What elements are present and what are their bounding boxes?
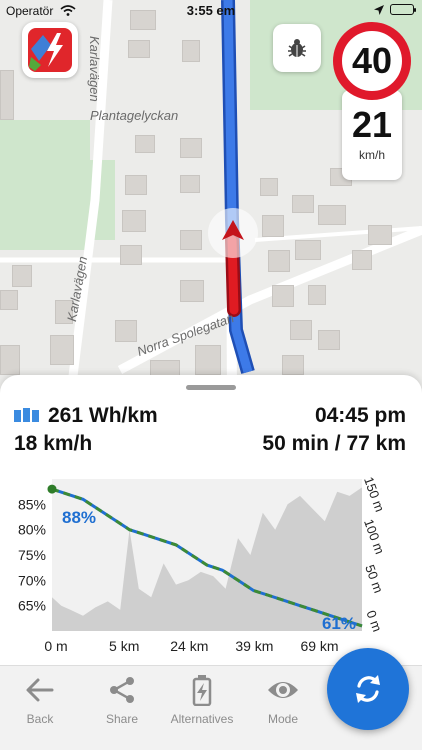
consumption-stat: 261 Wh/km: [14, 404, 158, 428]
sheet-grabber[interactable]: [186, 385, 236, 390]
status-indicators: [374, 4, 416, 15]
status-time: 3:55 em: [186, 3, 236, 18]
speed-card: 21 km/h 40: [333, 22, 411, 180]
tab-mode-label: Mode: [267, 712, 299, 726]
tab-mode[interactable]: Mode: [243, 674, 323, 726]
recalculate-route-button[interactable]: [327, 648, 409, 730]
tab-share[interactable]: Share: [82, 674, 162, 726]
location-arrow-icon: [374, 4, 384, 15]
battery-icon: [390, 4, 416, 15]
tab-alternatives-label: Alternatives: [170, 712, 234, 726]
x-tick-label: 39 km: [235, 638, 273, 654]
battery-end-label: 61%: [322, 614, 356, 633]
y-right-tick-label: 150 m: [361, 475, 387, 514]
street-label-plantagelyckan: Plantagelyckan: [90, 108, 179, 123]
app-logo-icon: [28, 28, 72, 72]
current-speed-unit: km/h: [358, 148, 385, 162]
y-left-tick-label: 65%: [18, 598, 46, 614]
street-label-karlavagen-top: Karlavägen: [87, 36, 102, 102]
tab-back[interactable]: Back: [0, 674, 80, 726]
tab-back-label: Back: [26, 712, 54, 726]
share-icon: [110, 677, 134, 703]
bug-icon: [288, 39, 306, 57]
current-speed-value: 21: [351, 104, 393, 145]
navigation-arrow-icon: [222, 220, 244, 240]
x-tick-label: 5 km: [109, 638, 139, 654]
duration-distance: 50 min / 77 km: [262, 432, 406, 455]
consumption-value: 261 Wh/km: [48, 404, 158, 427]
x-tick-label: 69 km: [300, 638, 338, 654]
y-left-tick-label: 85%: [18, 496, 46, 512]
refresh-icon: [356, 675, 380, 703]
route-summary-sheet[interactable]: 261 Wh/km 18 km/h 04:45 pm 50 min / 77 k…: [0, 375, 422, 665]
y-right-tick-label: 0 m: [363, 608, 385, 633]
battery-start-label: 88%: [62, 508, 96, 527]
y-right-tick-label: 50 m: [362, 563, 386, 595]
position-marker: [208, 208, 258, 258]
x-tick-label: 24 km: [170, 638, 208, 654]
screen: Karlavägen Plantagelyckan Karlavägen Nor…: [0, 0, 422, 750]
back-arrow-icon: [26, 678, 54, 702]
battery-point: [47, 484, 57, 494]
eye-icon: [268, 682, 298, 698]
status-bar: Operatör 3:55 em: [0, 0, 422, 22]
consumption-bars-icon: [14, 407, 39, 422]
x-tick-label: 0 m: [44, 638, 67, 654]
tab-alternatives[interactable]: Alternatives: [162, 674, 242, 726]
battery-elevation-chart: 85% 80% 75% 70% 65% 150 m 100 m 50 m 0 m 0 m 5 km 2…: [0, 471, 422, 661]
y-left-tick-label: 80%: [18, 522, 46, 538]
y-left-tick-label: 70%: [18, 572, 46, 588]
arrival-time: 04:45 pm: [314, 404, 406, 427]
battery-bolt-icon: [192, 675, 212, 706]
tab-share-label: Share: [105, 712, 139, 726]
speed-limit-sign: 40: [333, 22, 411, 100]
current-speed-box: 21 km/h: [342, 90, 402, 180]
y-right-tick-label: 100 m: [361, 517, 387, 556]
debug-button[interactable]: [273, 24, 321, 72]
speed-stat: 18 km/h: [14, 432, 93, 455]
chart-canvas: 85% 80% 75% 70% 65% 150 m 100 m 50 m 0 m 0 m 5 km 2…: [18, 475, 387, 654]
app-logo-button[interactable]: [22, 22, 78, 78]
y-left-tick-label: 75%: [18, 547, 46, 563]
